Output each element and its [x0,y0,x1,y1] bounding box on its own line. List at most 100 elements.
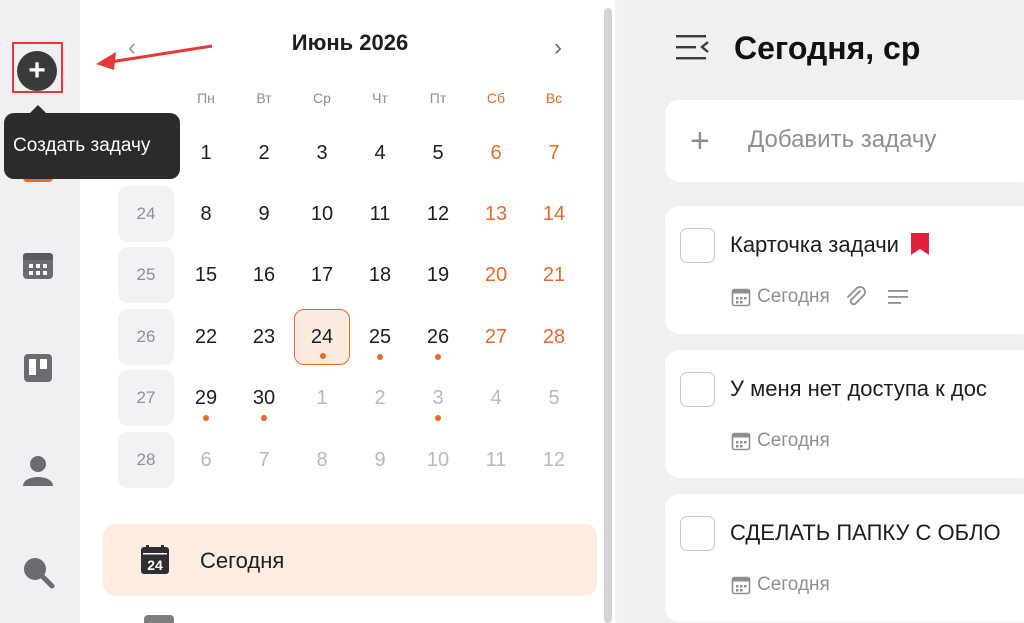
calendar-day[interactable]: 25 [355,309,405,365]
task-checkbox[interactable] [680,516,715,551]
task-card[interactable]: У меня нет доступа к дос Сегодня [665,350,1024,478]
weekday-label: Пт [429,90,447,106]
calendar-day[interactable]: 2 [355,370,405,426]
calendar-day[interactable]: 1 [297,370,347,426]
calendar-day[interactable]: 3 [413,370,463,426]
task-title: СДЕЛАТЬ ПАПКУ С ОБЛО [730,520,1001,546]
calendar-day-number: 15 [194,263,218,286]
create-task-button[interactable]: + [17,51,57,91]
calendar-day-number: 8 [200,202,212,225]
calendar-day-number: 24 [310,325,334,348]
calendar-day[interactable]: 19 [413,247,463,303]
calendar-day[interactable]: 2 [239,125,289,181]
task-indicator-dot [435,415,441,421]
calendar-day[interactable]: 6 [471,125,521,181]
calendar-day[interactable]: 9 [355,432,405,488]
calendar-day-number: 19 [426,263,450,286]
calendar-day[interactable]: 9 [239,186,289,242]
calendar-day-number: 11 [485,448,507,471]
plus-icon: + [28,54,46,87]
today-icon-number: 24 [147,557,163,573]
calendar-day-number: 29 [194,386,218,409]
calendar-day[interactable]: 5 [413,125,463,181]
calendar-day-number: 6 [490,141,502,164]
annotation-arrow [96,44,213,70]
calendar-day[interactable]: 30 [239,370,289,426]
calendar-day[interactable]: 1 [181,125,231,181]
next-filter-icon[interactable] [144,615,174,623]
calendar-day[interactable]: 7 [529,125,579,181]
calendar-day[interactable]: 18 [355,247,405,303]
sidebar-rail: + [0,0,80,623]
calendar-day-number: 7 [548,141,560,164]
calendar-day[interactable]: 17 [297,247,347,303]
calendar-day[interactable]: 21 [529,247,579,303]
profile-nav-button[interactable] [18,450,58,490]
calendar-day[interactable]: 13 [471,186,521,242]
calendar-day-number: 3 [432,386,444,409]
weekday-label: Вс [545,90,563,106]
calendar-day[interactable]: 29 [181,370,231,426]
calendar-day[interactable]: 8 [297,432,347,488]
prev-month-button[interactable]: ‹ [128,34,136,62]
next-month-button[interactable]: › [554,34,562,62]
calendar-day-number: 12 [542,448,566,471]
today-filter-item[interactable]: 24 Сегодня [103,524,597,596]
calendar-day-number: 10 [310,202,334,225]
calendar-grid-icon [23,253,53,279]
task-checkbox[interactable] [680,228,715,263]
calendar-day[interactable]: 26 [413,309,463,365]
calendar-day[interactable]: 20 [471,247,521,303]
calendar-day[interactable]: 12 [529,432,579,488]
calendar-day-number: 30 [252,386,276,409]
calendar-day[interactable]: 14 [529,186,579,242]
task-title-text: Карточка задачи [730,232,899,257]
calendar-day[interactable]: 10 [297,186,347,242]
calendar-day[interactable]: 22 [181,309,231,365]
collapse-menu-icon[interactable] [674,32,710,62]
calendar-nav-button[interactable] [18,246,58,286]
task-indicator-dot [261,415,267,421]
today-calendar-icon: 24 [141,545,169,574]
task-card[interactable]: СДЕЛАТЬ ПАПКУ С ОБЛО Сегодня [665,494,1024,622]
calendar-day[interactable]: 3 [297,125,347,181]
calendar-day[interactable]: 24 [294,309,350,365]
calendar-day[interactable]: 28 [529,309,579,365]
calendar-day[interactable]: 5 [529,370,579,426]
calendar-day[interactable]: 27 [471,309,521,365]
calendar-day-number: 17 [310,263,334,286]
task-due-date: Сегодня [757,430,830,451]
calendar-day[interactable]: 4 [355,125,405,181]
calendar-day[interactable]: 16 [239,247,289,303]
calendar-day[interactable]: 4 [471,370,521,426]
calendar-scrollbar[interactable] [604,8,612,623]
calendar-day-number: 12 [426,202,450,225]
calendar-day-number: 9 [258,202,270,225]
task-checkbox[interactable] [680,372,715,407]
calendar-day-number: 10 [426,448,450,471]
calendar-day[interactable]: 7 [239,432,289,488]
calendar-day-number: 1 [200,141,212,164]
task-card[interactable]: Карточка задачи Сегодня [665,206,1024,334]
search-nav-button[interactable] [18,552,58,592]
calendar-day-number: 7 [258,448,270,471]
calendar-day-number: 11 [369,202,391,225]
calendar-day[interactable]: 6 [181,432,231,488]
calendar-day[interactable]: 23 [239,309,289,365]
calendar-day[interactable]: 12 [413,186,463,242]
weekday-label: Чт [372,90,388,106]
calendar-day-number: 5 [548,386,560,409]
calendar-day[interactable]: 10 [413,432,463,488]
calendar-day[interactable]: 11 [355,186,405,242]
weekday-label: Сб [486,90,506,106]
calendar-day[interactable]: 15 [181,247,231,303]
calendar-day-number: 8 [316,448,328,471]
calendar-day[interactable]: 8 [181,186,231,242]
calendar-day-number: 4 [490,386,502,409]
user-icon [23,456,53,486]
calendar-day[interactable]: 11 [471,432,521,488]
board-nav-button[interactable] [18,348,58,388]
add-task-input[interactable]: Добавить задачу [748,126,936,154]
plus-icon: + [690,122,710,160]
description-icon [887,290,908,304]
